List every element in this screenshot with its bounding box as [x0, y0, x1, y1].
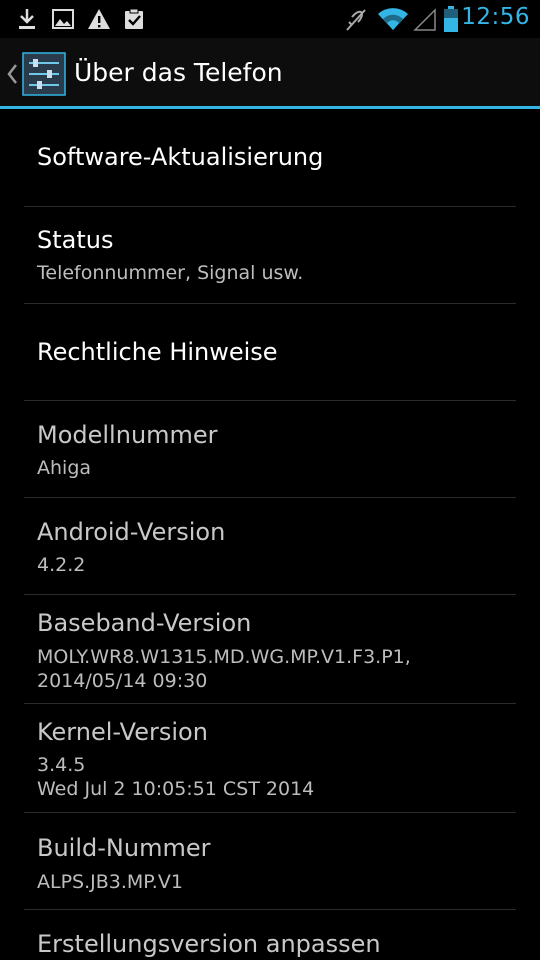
item-title: Kernel-Version — [37, 718, 208, 746]
list-item-baseband-version: Baseband-Version MOLY.WR8.W1315.MD.WG.MP… — [0, 595, 540, 703]
item-title: Rechtliche Hinweise — [37, 338, 278, 366]
item-title: Erstellungsversion anpassen — [37, 930, 381, 958]
list-item-custom-build-version: Erstellungsversion anpassen — [0, 910, 540, 960]
item-title: Modellnummer — [37, 421, 218, 449]
item-title: Build-Nummer — [37, 834, 211, 862]
list-item-software-update[interactable]: Software-Aktualisierung — [0, 109, 540, 206]
page-title: Über das Telefon — [74, 58, 283, 87]
item-summary: Ahiga — [37, 457, 92, 479]
item-summary: MOLY.WR8.W1315.MD.WG.MP.V1.F3.P1, 2014/0… — [37, 646, 411, 692]
clipboard-check-icon — [123, 8, 145, 34]
action-bar: Über das Telefon — [0, 38, 540, 106]
item-summary: 3.4.5 Wed Jul 2 10:05:51 CST 2014 — [37, 754, 315, 800]
item-title: Android-Version — [37, 518, 226, 546]
item-title: Baseband-Version — [37, 609, 252, 637]
mute-icon — [345, 8, 367, 36]
list-item-model-number: Modellnummer Ahiga — [0, 401, 540, 498]
list-item-build-number[interactable]: Build-Nummer ALPS.JB3.MP.V1 — [0, 813, 540, 909]
status-bar: 12:56 — [0, 0, 540, 38]
settings-sliders-icon[interactable] — [22, 52, 66, 100]
battery-icon — [444, 6, 458, 36]
download-icon — [17, 8, 37, 34]
up-chevron-icon[interactable] — [5, 62, 19, 90]
signal-icon — [413, 8, 437, 36]
item-summary: ALPS.JB3.MP.V1 — [37, 871, 183, 893]
list-item-kernel-version: Kernel-Version 3.4.5 Wed Jul 2 10:05:51 … — [0, 704, 540, 812]
clock: 12:56 — [461, 4, 530, 30]
warning-icon — [87, 8, 111, 34]
image-icon — [52, 8, 74, 34]
item-summary: 4.2.2 — [37, 554, 86, 576]
item-summary: Telefonnummer, Signal usw. — [37, 262, 304, 284]
list-item-legal-info[interactable]: Rechtliche Hinweise — [0, 304, 540, 401]
wifi-icon — [377, 8, 409, 36]
item-title: Status — [37, 226, 114, 254]
about-phone-list: Software-Aktualisierung Status Telefonnu… — [0, 109, 540, 958]
list-item-status[interactable]: Status Telefonnummer, Signal usw. — [0, 207, 540, 304]
item-title: Software-Aktualisierung — [37, 143, 324, 171]
list-item-android-version[interactable]: Android-Version 4.2.2 — [0, 498, 540, 595]
